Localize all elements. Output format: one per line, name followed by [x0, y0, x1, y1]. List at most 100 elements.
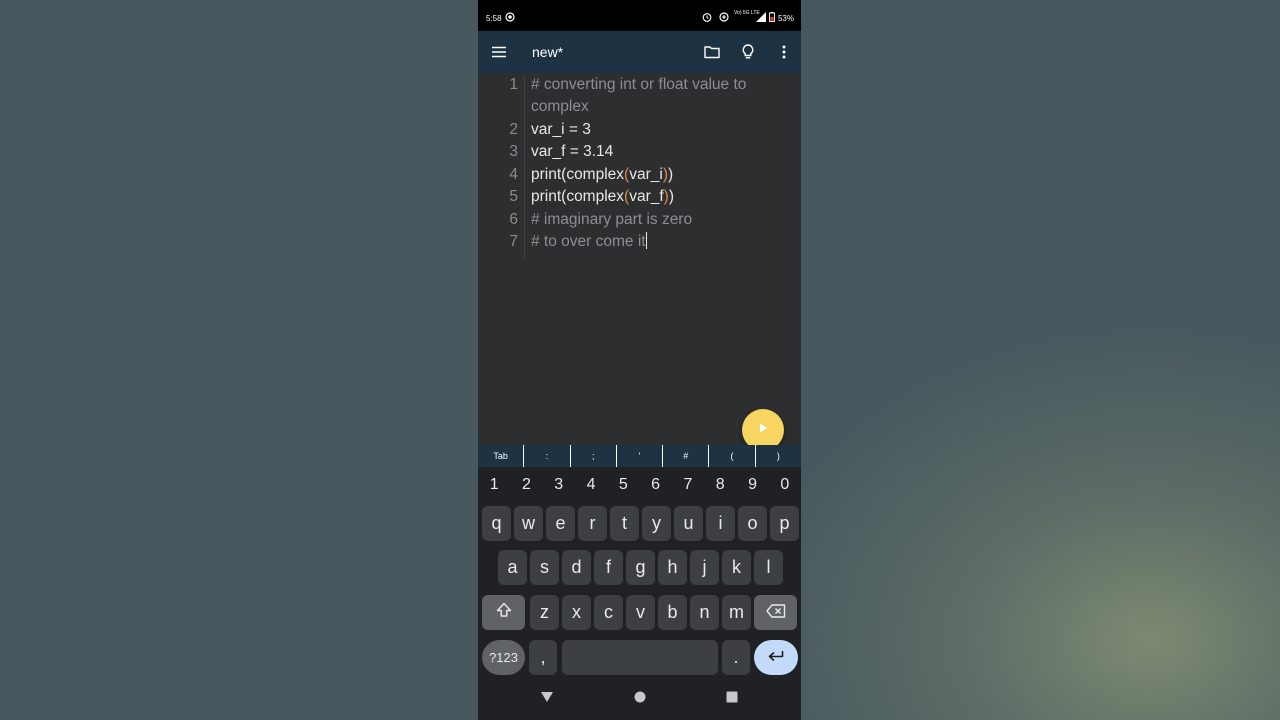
soft-keyboard: 1 2 3 4 5 6 7 8 9 0 q w e r t y u i o p … [478, 467, 801, 679]
code-text: # converting int or float value to compl… [531, 76, 747, 115]
shift-icon [496, 602, 512, 623]
symbol-key-open-paren[interactable]: ( [708, 445, 754, 467]
line-number: 6 [509, 211, 518, 228]
symbol-key-semicolon[interactable]: ; [569, 445, 616, 467]
key-k[interactable]: k [722, 550, 751, 585]
code-text: print(complex(var_f)) [531, 186, 793, 208]
key-1[interactable]: 1 [479, 469, 509, 501]
symbol-bar: Tab : ; ' # ( ) [478, 445, 801, 467]
space-key[interactable] [562, 640, 718, 675]
code-text-content: # to over come it [531, 233, 646, 250]
line-number: 5 [509, 188, 518, 205]
key-4[interactable]: 4 [576, 469, 606, 501]
code-text: # imaginary part is zero [531, 211, 693, 228]
key-c[interactable]: c [594, 595, 623, 630]
gutter-divider [524, 75, 525, 259]
more-vert-icon[interactable] [773, 41, 795, 63]
nav-home-icon[interactable] [634, 691, 646, 703]
battery-percent: 53% [777, 14, 794, 23]
line-number: 3 [509, 143, 518, 160]
nav-back-icon[interactable] [540, 691, 554, 703]
key-w[interactable]: w [514, 506, 543, 541]
enter-icon [767, 647, 785, 668]
key-a[interactable]: a [498, 550, 527, 585]
location-icon [505, 12, 515, 24]
code-token: var_f [629, 188, 664, 205]
key-r[interactable]: r [578, 506, 607, 541]
key-0[interactable]: 0 [770, 469, 800, 501]
signal-icon [756, 12, 766, 24]
line-number: 7 [509, 233, 518, 250]
key-n[interactable]: n [690, 595, 719, 630]
key-6[interactable]: 6 [641, 469, 671, 501]
key-p[interactable]: p [770, 506, 799, 541]
key-o[interactable]: o [738, 506, 767, 541]
key-i[interactable]: i [706, 506, 735, 541]
key-q[interactable]: q [482, 506, 511, 541]
key-v[interactable]: v [626, 595, 655, 630]
symbol-key-hash[interactable]: # [662, 445, 708, 467]
shift-key[interactable] [482, 595, 525, 630]
key-b[interactable]: b [658, 595, 687, 630]
folder-icon[interactable] [701, 41, 723, 63]
phone-screen: 5:58 Vo) 5G LTE 53% new* 1 # converting … [478, 0, 801, 720]
key-j[interactable]: j [690, 550, 719, 585]
symbol-key-colon[interactable]: : [523, 445, 569, 467]
play-icon [757, 421, 769, 439]
key-3[interactable]: 3 [544, 469, 574, 501]
symbol-key-quote[interactable]: ' [615, 445, 662, 467]
line-number: 2 [509, 121, 518, 138]
menu-icon[interactable] [488, 41, 510, 63]
key-9[interactable]: 9 [738, 469, 768, 501]
code-text: # to over come it [531, 231, 793, 253]
key-5[interactable]: 5 [608, 469, 638, 501]
key-2[interactable]: 2 [511, 469, 541, 501]
key-u[interactable]: u [674, 506, 703, 541]
key-t[interactable]: t [610, 506, 639, 541]
app-toolbar: new* [478, 31, 801, 73]
key-e[interactable]: e [546, 506, 575, 541]
battery-icon [769, 12, 775, 24]
number-row: 1 2 3 4 5 6 7 8 9 0 [478, 469, 801, 501]
status-time: 5:58 [486, 14, 502, 23]
backspace-key[interactable] [754, 595, 797, 630]
data-saver-icon [719, 12, 729, 24]
navigation-bar [478, 679, 801, 720]
status-bar: 5:58 Vo) 5G LTE 53% [478, 0, 801, 31]
text-cursor [645, 232, 647, 249]
key-x[interactable]: x [562, 595, 591, 630]
file-title: new* [532, 44, 564, 60]
period-key[interactable]: . [722, 640, 750, 675]
code-token: print(complex [531, 166, 625, 183]
key-7[interactable]: 7 [673, 469, 703, 501]
line-number: 1 [509, 76, 518, 93]
nav-recents-icon[interactable] [726, 691, 738, 703]
key-y[interactable]: y [642, 506, 671, 541]
symbols-key[interactable]: ?123 [482, 640, 525, 675]
backspace-icon [765, 602, 786, 623]
key-8[interactable]: 8 [705, 469, 735, 501]
line-number: 4 [509, 166, 518, 183]
code-token: var_i [629, 166, 663, 183]
code-token: print(complex [531, 188, 625, 205]
key-h[interactable]: h [658, 550, 687, 585]
comma-key[interactable]: , [529, 640, 557, 675]
code-token: ) [667, 166, 674, 183]
code-text: var_i = 3 [531, 121, 591, 138]
enter-key[interactable] [754, 640, 798, 675]
key-s[interactable]: s [530, 550, 559, 585]
code-editor[interactable]: 1 # converting int or float value to com… [478, 73, 801, 445]
lightbulb-icon[interactable] [737, 41, 759, 63]
key-f[interactable]: f [594, 550, 623, 585]
code-text: print(complex(var_i)) [531, 164, 793, 186]
symbol-key-tab[interactable]: Tab [478, 445, 523, 467]
code-token: ) [668, 188, 675, 205]
key-l[interactable]: l [754, 550, 783, 585]
alarm-icon [702, 12, 712, 24]
key-z[interactable]: z [530, 595, 559, 630]
key-m[interactable]: m [722, 595, 751, 630]
symbol-key-close-paren[interactable]: ) [754, 445, 801, 467]
code-text: var_f = 3.14 [531, 143, 614, 160]
key-d[interactable]: d [562, 550, 591, 585]
key-g[interactable]: g [626, 550, 655, 585]
